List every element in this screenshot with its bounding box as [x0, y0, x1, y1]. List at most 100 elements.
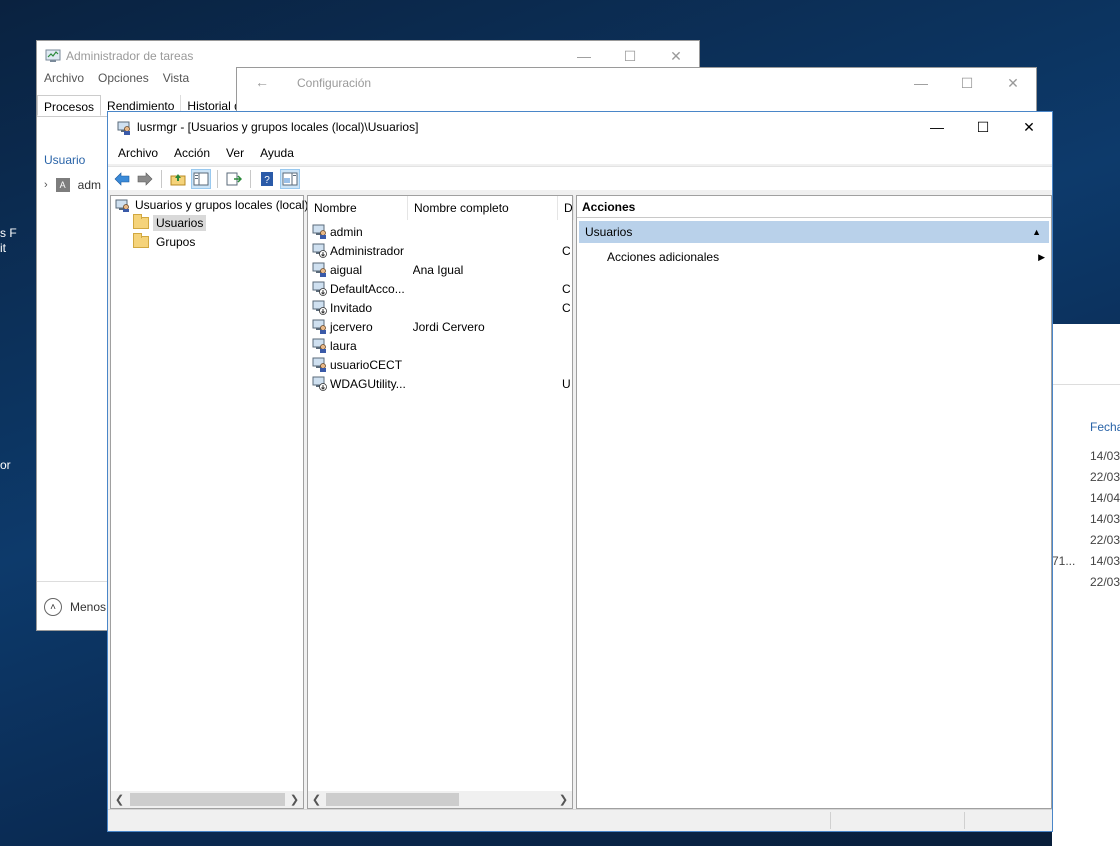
close-button[interactable]: ✕: [990, 68, 1036, 98]
user-name-cell: Administrador: [312, 243, 413, 258]
title-bar[interactable]: lusrmgr - [Usuarios y grupos locales (lo…: [108, 112, 1052, 142]
horizontal-scrollbar[interactable]: ❮ ❯: [111, 791, 303, 808]
user-name: WDAGUtility...: [330, 376, 406, 391]
export-list-button[interactable]: [224, 169, 244, 189]
user-name: jcervero: [330, 319, 373, 334]
column-header-usuario[interactable]: Usuario: [44, 153, 85, 167]
user-name: DefaultAcco...: [330, 281, 405, 296]
full-name-cell: Ana Igual: [412, 262, 464, 277]
list-item[interactable]: Invitado C: [312, 298, 570, 317]
horizontal-scrollbar[interactable]: ❮ ❯: [308, 791, 572, 808]
user-row[interactable]: › A adm: [44, 178, 101, 192]
close-button[interactable]: ✕: [1006, 112, 1052, 142]
status-bar: [108, 809, 1052, 831]
fewer-details-button[interactable]: ˄ Menos: [44, 598, 106, 616]
console-tree[interactable]: Usuarios y grupos locales (local) Usuari…: [110, 195, 308, 809]
column-header-nombre-completo[interactable]: Nombre completo: [408, 196, 558, 220]
folder-up-icon: [170, 173, 186, 185]
list-item[interactable]: WDAGUtility... U: [312, 374, 570, 393]
list-item[interactable]: usuarioCECT: [312, 355, 570, 374]
users-list[interactable]: Nombre Nombre completo D admin Administra…: [307, 195, 574, 809]
users-groups-icon: [115, 199, 129, 212]
menu-ayuda[interactable]: Ayuda: [260, 146, 294, 160]
column-header-descripcion[interactable]: D: [558, 196, 574, 220]
back-arrow-icon[interactable]: ←: [255, 74, 269, 90]
user-name: laura: [330, 338, 357, 353]
user-icon: [312, 224, 326, 239]
date-cell: 22/03: [1090, 533, 1120, 547]
toolbar-separator: [250, 169, 251, 188]
chevron-up-icon: ˄: [44, 598, 62, 616]
show-hide-action-pane-button[interactable]: [280, 168, 300, 189]
scroll-right-arrow-icon[interactable]: ❯: [555, 793, 572, 806]
window-title: Configuración: [297, 76, 372, 90]
user-name: admin: [330, 224, 363, 239]
list-item[interactable]: aigual Ana Igual: [312, 260, 570, 279]
user-name-cell: usuarioCECT: [312, 357, 413, 372]
tree-item-usuarios[interactable]: Usuarios: [133, 214, 207, 231]
actions-pane: Acciones Usuarios ▲ Acciones adicionales…: [576, 195, 1052, 809]
back-button[interactable]: [112, 169, 132, 189]
minimize-button[interactable]: —: [898, 68, 944, 98]
menu-ver[interactable]: Ver: [226, 146, 244, 160]
minimize-button[interactable]: —: [914, 112, 960, 142]
user-name: Invitado: [330, 300, 373, 315]
collapse-arrow-icon[interactable]: ▲: [1032, 227, 1041, 237]
forward-button[interactable]: [135, 169, 155, 189]
truncated-cell: 71...: [1052, 554, 1076, 568]
tree-root-local-users-groups[interactable]: Usuarios y grupos locales (local): [115, 198, 308, 212]
up-one-level-button[interactable]: [168, 169, 188, 189]
console-tree-icon: [193, 172, 209, 185]
window-title: lusrmgr - [Usuarios y grupos locales (lo…: [137, 120, 419, 134]
export-list-icon: [226, 172, 242, 185]
scroll-right-arrow-icon[interactable]: ❯: [286, 793, 303, 806]
user-name-cell: DefaultAcco...: [312, 281, 413, 296]
full-name-cell: Jordi Cervero: [412, 319, 485, 334]
actions-section-usuarios[interactable]: Usuarios ▲: [579, 221, 1049, 243]
user-name: aigual: [330, 262, 363, 277]
scroll-left-arrow-icon[interactable]: ❮: [111, 793, 128, 806]
user-name-cell: WDAGUtility...: [312, 376, 413, 391]
chevron-right-icon[interactable]: ›: [44, 179, 48, 191]
description-cell: C: [562, 243, 570, 258]
description-cell: U: [562, 376, 570, 391]
menu-accion[interactable]: Acción: [174, 146, 210, 160]
list-item[interactable]: admin: [312, 222, 570, 241]
date-cell: 14/04: [1090, 491, 1120, 505]
scrollbar-thumb[interactable]: [130, 793, 285, 806]
menu-opciones[interactable]: Opciones: [98, 71, 149, 93]
scrollbar-thumb[interactable]: [326, 793, 459, 806]
user-icon: [312, 338, 326, 353]
list-item[interactable]: laura: [312, 336, 570, 355]
menu-archivo[interactable]: Archivo: [44, 71, 84, 93]
tree-item-grupos[interactable]: Grupos: [133, 233, 198, 250]
date-cell: 14/03: [1090, 449, 1120, 463]
disabled-user-icon: [312, 281, 327, 296]
list-item[interactable]: Administrador C: [312, 241, 570, 260]
list-item[interactable]: jcervero Jordi Cervero: [312, 317, 570, 336]
list-item[interactable]: DefaultAcco... C: [312, 279, 570, 298]
scroll-left-arrow-icon[interactable]: ❮: [308, 793, 325, 806]
more-actions-item[interactable]: Acciones adicionales ▶: [607, 246, 1045, 268]
show-hide-console-tree-button[interactable]: [191, 168, 211, 189]
date-cell: 22/03: [1090, 470, 1120, 484]
disabled-user-icon: [312, 376, 327, 391]
lusrmgr-window[interactable]: lusrmgr - [Usuarios y grupos locales (lo…: [107, 111, 1053, 832]
toolbar-separator: [217, 169, 218, 188]
user-avatar-icon: A: [55, 178, 70, 192]
help-button[interactable]: ?: [257, 169, 277, 189]
menu-vista[interactable]: Vista: [163, 71, 189, 93]
disabled-user-icon: [312, 300, 327, 315]
menu-archivo[interactable]: Archivo: [118, 146, 158, 160]
description-cell: C: [562, 281, 570, 296]
title-bar[interactable]: ← Configuración — ☐ ✕: [237, 68, 1036, 98]
disabled-user-icon: [312, 243, 327, 258]
column-header-nombre[interactable]: Nombre: [308, 196, 408, 220]
desktop-text-fragment: or: [0, 458, 11, 472]
column-header-fecha[interactable]: Fecha: [1090, 420, 1120, 434]
divider: [1052, 384, 1120, 385]
tab-procesos[interactable]: Procesos: [37, 95, 102, 116]
maximize-button[interactable]: ☐: [944, 68, 990, 98]
maximize-button[interactable]: ☐: [960, 112, 1006, 142]
help-icon: ?: [261, 171, 273, 186]
